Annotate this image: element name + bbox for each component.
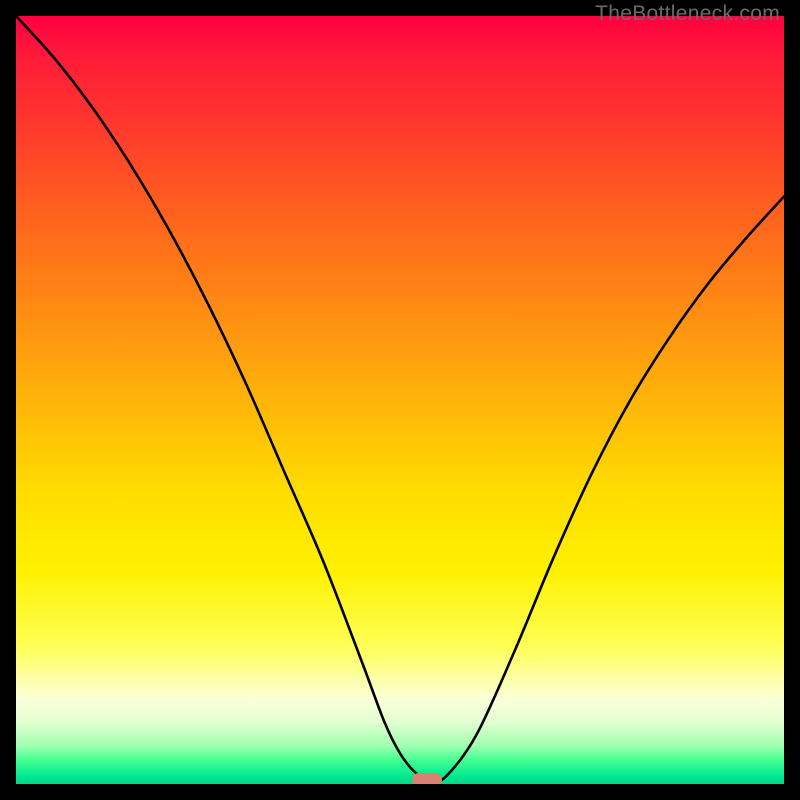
bottleneck-curve: [16, 16, 784, 784]
optimal-point-marker: [412, 773, 442, 784]
watermark: TheBottleneck.com: [595, 2, 780, 26]
plot-area: [16, 16, 784, 784]
